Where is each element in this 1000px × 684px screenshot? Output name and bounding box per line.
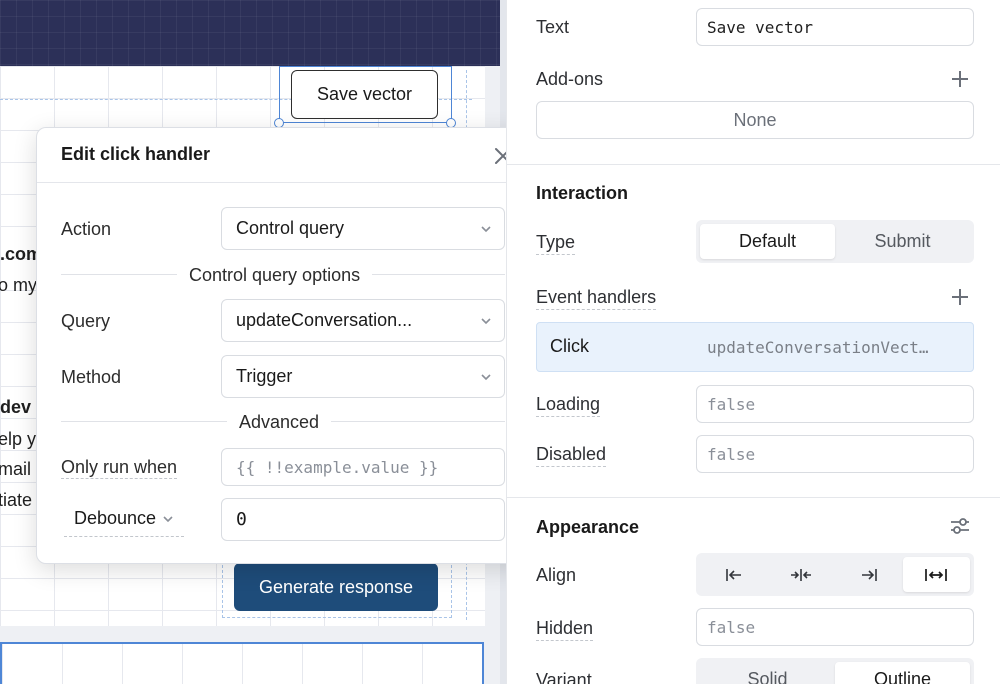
addons-empty-box[interactable]: None xyxy=(536,101,974,139)
disabled-input[interactable]: false xyxy=(696,435,974,473)
variant-segmented-control[interactable]: Solid Outline xyxy=(696,658,974,684)
debounce-dropdown[interactable]: Debounce xyxy=(64,501,185,537)
hidden-value: false xyxy=(707,617,756,637)
save-vector-button[interactable]: Save vector xyxy=(291,70,438,119)
control-query-options-label: Control query options xyxy=(177,265,373,286)
canvas-text-fragment: dev xyxy=(0,397,32,417)
event-handlers-label: Event handlers xyxy=(536,287,657,310)
type-option-submit[interactable]: Submit xyxy=(835,224,970,259)
interaction-section-title: Interaction xyxy=(536,183,629,203)
only-run-when-input[interactable]: {{ !!example.value }} xyxy=(221,448,505,486)
inspector-panel: Text Save vector Add-ons None Interactio… xyxy=(506,0,1000,684)
canvas-text-fragment: elp y xyxy=(0,429,37,449)
plus-icon[interactable] xyxy=(950,287,970,307)
debounce-input[interactable]: 0 xyxy=(221,498,505,541)
align-right-icon[interactable] xyxy=(835,557,903,592)
canvas-text-fragment: mail xyxy=(0,459,32,479)
only-run-when-placeholder: {{ !!example.value }} xyxy=(236,457,439,477)
variant-label: Variant xyxy=(536,670,592,684)
debounce-value: 0 xyxy=(236,509,247,530)
method-value: Trigger xyxy=(236,366,293,386)
event-handler-row[interactable]: Click updateConversationVect… xyxy=(536,322,974,372)
type-segmented-control[interactable]: Default Submit xyxy=(696,220,974,263)
debounce-label: Debounce xyxy=(74,508,157,528)
variant-option-solid[interactable]: Solid xyxy=(700,662,835,684)
disabled-label: Disabled xyxy=(536,444,607,467)
sliders-icon[interactable] xyxy=(949,515,971,537)
text-input[interactable]: Save vector xyxy=(696,8,974,46)
chevron-down-icon xyxy=(481,226,491,233)
hidden-input[interactable]: false xyxy=(696,608,974,646)
query-select[interactable]: updateConversation... xyxy=(221,299,505,342)
appearance-section-title: Appearance xyxy=(536,517,640,537)
addons-label: Add-ons xyxy=(536,69,604,89)
canvas-text-fragment: tiate xyxy=(0,490,33,510)
type-label: Type xyxy=(536,232,576,255)
method-select[interactable]: Trigger xyxy=(221,355,505,398)
modal-title: Edit click handler xyxy=(61,144,211,164)
chevron-down-icon xyxy=(481,318,491,325)
align-segmented-control[interactable] xyxy=(696,553,974,596)
only-run-when-label: Only run when xyxy=(61,457,178,479)
text-label: Text xyxy=(536,17,570,37)
header-container[interactable] xyxy=(0,0,500,66)
method-label: Method xyxy=(61,367,122,387)
variant-option-outline[interactable]: Outline xyxy=(835,662,970,684)
chevron-down-icon xyxy=(163,515,173,522)
action-label: Action xyxy=(61,219,112,239)
align-center-icon[interactable] xyxy=(768,557,836,592)
align-stretch-icon[interactable] xyxy=(902,557,970,592)
text-value: Save vector xyxy=(707,17,813,37)
disabled-value: false xyxy=(707,444,756,464)
plus-icon[interactable] xyxy=(950,69,970,89)
query-label: Query xyxy=(61,311,111,331)
event-handler-event: Click xyxy=(550,336,589,356)
loading-label: Loading xyxy=(536,394,601,417)
action-value: Control query xyxy=(236,218,345,238)
section-divider xyxy=(507,164,1000,165)
advanced-label: Advanced xyxy=(227,412,332,433)
generate-response-button[interactable]: Generate response xyxy=(234,563,438,611)
selected-table-component[interactable] xyxy=(0,642,484,684)
section-divider xyxy=(507,497,1000,498)
modal-header: Edit click handler xyxy=(37,128,528,183)
align-label: Align xyxy=(536,565,577,585)
chevron-down-icon xyxy=(481,374,491,381)
canvas-text-fragment: o my xyxy=(0,275,38,295)
event-handler-target: updateConversationVect… xyxy=(707,338,929,357)
query-value: updateConversation... xyxy=(236,310,413,330)
type-option-default[interactable]: Default xyxy=(700,224,835,259)
hidden-label: Hidden xyxy=(536,618,594,641)
edit-click-handler-modal: Edit click handler Action Control query … xyxy=(36,127,529,564)
loading-input[interactable]: false xyxy=(696,385,974,423)
align-left-icon[interactable] xyxy=(700,557,768,592)
action-select[interactable]: Control query xyxy=(221,207,505,250)
loading-value: false xyxy=(707,394,756,414)
